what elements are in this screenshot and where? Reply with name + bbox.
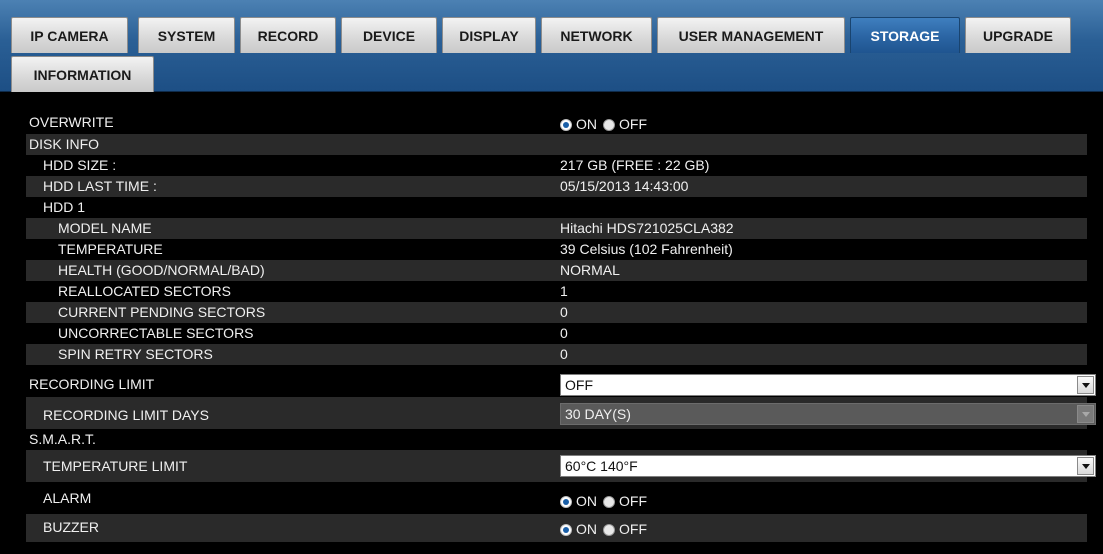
- tab-device[interactable]: DEVICE: [341, 17, 437, 53]
- hdd-last-time-label: HDD LAST TIME :: [43, 178, 157, 194]
- disk-info-header-row: DISK INFO: [26, 134, 1087, 155]
- radio-label-off: OFF: [619, 521, 647, 537]
- hdd-last-time-row: HDD LAST TIME : 05/15/2013 14:43:00: [26, 176, 1087, 197]
- tab-bar: IP CAMERA SYSTEM RECORD DEVICE DISPLAY N…: [0, 0, 1103, 92]
- radio-label-on: ON: [576, 116, 597, 132]
- alarm-radio-group: ON OFF: [560, 491, 653, 512]
- alarm-off-radio[interactable]: OFF: [603, 491, 647, 512]
- health-label: HEALTH (GOOD/NORMAL/BAD): [58, 262, 265, 278]
- uncorrectable-sectors-row: UNCORRECTABLE SECTORS 0: [26, 323, 1087, 344]
- recording-limit-days-select[interactable]: 30 DAY(S): [560, 403, 1096, 425]
- buzzer-off-radio[interactable]: OFF: [603, 519, 647, 540]
- tab-upgrade[interactable]: UPGRADE: [965, 17, 1071, 53]
- reallocated-sectors-label: REALLOCATED SECTORS: [58, 283, 231, 299]
- pending-sectors-row: CURRENT PENDING SECTORS 0: [26, 302, 1087, 323]
- smart-label: S.M.A.R.T.: [29, 431, 96, 447]
- pending-sectors-value: 0: [560, 304, 568, 320]
- hdd-last-time-value: 05/15/2013 14:43:00: [560, 178, 689, 194]
- overwrite-radio-group: ON OFF: [560, 114, 653, 135]
- recording-limit-selected: OFF: [565, 377, 593, 393]
- model-name-value: Hitachi HDS721025CLA382: [560, 220, 734, 236]
- temperature-limit-row: TEMPERATURE LIMIT 60°C 140°F: [26, 450, 1096, 482]
- model-name-row: MODEL NAME Hitachi HDS721025CLA382: [26, 218, 1087, 239]
- buzzer-radio-group: ON OFF: [560, 519, 653, 540]
- tab-user-management[interactable]: USER MANAGEMENT: [657, 17, 845, 53]
- radio-unchecked-icon: [603, 495, 615, 508]
- radio-unchecked-icon: [603, 523, 615, 536]
- alarm-row: ALARM ON OFF: [26, 482, 1087, 514]
- hdd1-header-row: HDD 1: [26, 197, 1087, 218]
- temperature-limit-select[interactable]: 60°C 140°F: [560, 455, 1096, 477]
- reallocated-sectors-row: REALLOCATED SECTORS 1: [26, 281, 1087, 302]
- recording-limit-label: RECORDING LIMIT: [29, 376, 155, 392]
- health-value: NORMAL: [560, 262, 620, 278]
- hdd1-label: HDD 1: [43, 199, 86, 215]
- temperature-value: 39 Celsius (102 Fahrenheit): [560, 241, 733, 257]
- health-row: HEALTH (GOOD/NORMAL/BAD) NORMAL: [26, 260, 1087, 281]
- tab-storage[interactable]: STORAGE: [850, 17, 960, 53]
- alarm-label: ALARM: [43, 490, 92, 506]
- radio-checked-icon: [560, 118, 572, 131]
- temperature-limit-selected: 60°C 140°F: [565, 458, 638, 474]
- tab-network[interactable]: NETWORK: [541, 17, 652, 53]
- radio-label-on: ON: [576, 493, 597, 509]
- dropdown-arrow-icon[interactable]: [1077, 457, 1094, 475]
- recording-limit-days-label: RECORDING LIMIT DAYS: [43, 407, 209, 423]
- pending-sectors-label: CURRENT PENDING SECTORS: [58, 304, 266, 320]
- spin-retry-sectors-label: SPIN RETRY SECTORS: [58, 346, 213, 362]
- tab-system[interactable]: SYSTEM: [138, 17, 235, 53]
- hdd-size-row: HDD SIZE : 217 GB (FREE : 22 GB): [26, 155, 1087, 176]
- uncorrectable-sectors-value: 0: [560, 325, 568, 341]
- overwrite-off-radio[interactable]: OFF: [603, 114, 647, 135]
- tab-display[interactable]: DISPLAY: [442, 17, 536, 53]
- buzzer-row: BUZZER ON OFF: [26, 514, 1087, 542]
- overwrite-on-radio[interactable]: ON: [560, 114, 597, 135]
- spin-retry-sectors-value: 0: [560, 346, 568, 362]
- model-name-label: MODEL NAME: [58, 220, 152, 236]
- smart-header-row: S.M.A.R.T.: [26, 429, 1087, 450]
- radio-checked-icon: [560, 495, 572, 508]
- radio-label-on: ON: [576, 521, 597, 537]
- radio-label-off: OFF: [619, 116, 647, 132]
- dropdown-arrow-icon[interactable]: [1077, 376, 1094, 394]
- tab-record[interactable]: RECORD: [240, 17, 336, 53]
- recording-limit-select[interactable]: OFF: [560, 374, 1096, 396]
- tab-ip-camera[interactable]: IP CAMERA: [11, 17, 128, 53]
- hdd-size-label: HDD SIZE :: [43, 157, 117, 173]
- hdd-size-value: 217 GB (FREE : 22 GB): [560, 157, 710, 173]
- recording-limit-days-row: RECORDING LIMIT DAYS 30 DAY(S): [26, 397, 1096, 429]
- uncorrectable-sectors-label: UNCORRECTABLE SECTORS: [58, 325, 254, 341]
- buzzer-label: BUZZER: [43, 519, 99, 535]
- alarm-on-radio[interactable]: ON: [560, 491, 597, 512]
- temperature-label: TEMPERATURE: [58, 241, 163, 257]
- temperature-row: TEMPERATURE 39 Celsius (102 Fahrenheit): [26, 239, 1087, 260]
- overwrite-label: OVERWRITE: [29, 114, 114, 130]
- disk-info-label: DISK INFO: [29, 136, 100, 152]
- tab-information[interactable]: INFORMATION: [11, 56, 154, 92]
- spin-retry-sectors-row: SPIN RETRY SECTORS 0: [26, 344, 1087, 365]
- buzzer-on-radio[interactable]: ON: [560, 519, 597, 540]
- dropdown-arrow-icon: [1077, 405, 1094, 423]
- radio-label-off: OFF: [619, 493, 647, 509]
- radio-checked-icon: [560, 523, 572, 536]
- reallocated-sectors-value: 1: [560, 283, 568, 299]
- recording-limit-days-selected: 30 DAY(S): [565, 406, 631, 422]
- recording-limit-row: RECORDING LIMIT OFF: [26, 365, 1096, 397]
- storage-settings-window: IP CAMERA SYSTEM RECORD DEVICE DISPLAY N…: [0, 0, 1103, 554]
- temperature-limit-label: TEMPERATURE LIMIT: [43, 458, 188, 474]
- radio-unchecked-icon: [603, 118, 615, 131]
